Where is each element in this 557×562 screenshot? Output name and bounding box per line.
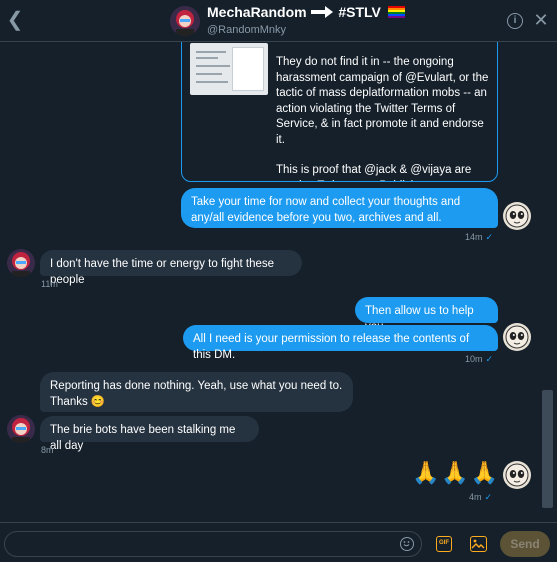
message-bubble-incoming[interactable]: Reporting has done nothing. Yeah, use wh… <box>40 372 353 412</box>
contact-handle[interactable]: @RandomMnky <box>207 24 286 36</box>
quoted-tweet-thumbnail <box>190 43 268 95</box>
message-text: Take your time for now and collect your … <box>191 196 461 224</box>
contact-name[interactable]: MechaRandom #STLV <box>207 4 405 20</box>
message-bubble-outgoing[interactable]: All I need is your permission to release… <box>183 325 498 361</box>
message-timestamp: 10m ✓ <box>465 354 494 364</box>
message-timestamp: 8m <box>41 445 54 455</box>
message-bubble-incoming[interactable]: I don't have the time or energy to fight… <box>40 250 302 286</box>
read-check-icon: ✓ <box>485 354 494 364</box>
message-bubble-outgoing[interactable]: Then allow us to help you. <box>355 297 498 333</box>
sender-avatar[interactable] <box>503 323 531 351</box>
emoji-icon[interactable] <box>400 537 414 551</box>
close-icon[interactable]: ✕ <box>532 10 550 30</box>
message-bubble-outgoing[interactable]: Take your time for now and collect your … <box>181 188 498 228</box>
quoted-tweet-text: They do not find it in -- the ongoing ha… <box>276 55 491 181</box>
quoted-tweet-paragraph: They do not find it in -- the ongoing ha… <box>276 56 489 146</box>
scrollbar-thumb[interactable] <box>542 390 553 508</box>
message-input[interactable] <box>4 531 422 557</box>
message-text: Reporting has done nothing. Yeah, use wh… <box>50 380 343 408</box>
back-arrow-icon[interactable]: ❮ <box>6 10 24 30</box>
message-composer: GIF Send <box>0 522 557 562</box>
rainbow-flag-icon <box>387 6 405 18</box>
conversation-header: ❮ MechaRandom #STLV @RandomMnky i ✕ <box>0 0 557 42</box>
message-text: All I need is your permission to release… <box>193 333 470 361</box>
header-avatar[interactable] <box>170 6 200 36</box>
quoted-tweet-card[interactable]: They do not find it in -- the ongoing ha… <box>181 30 498 182</box>
image-icon[interactable] <box>470 536 487 552</box>
message-bubble-incoming[interactable]: The brie bots have been stalking me all … <box>40 416 259 452</box>
send-button[interactable]: Send <box>500 531 550 557</box>
info-icon[interactable]: i <box>507 13 523 29</box>
gif-icon[interactable]: GIF <box>436 536 452 552</box>
message-text: I don't have the time or energy to fight… <box>50 258 275 286</box>
read-check-icon: ✓ <box>484 492 493 502</box>
quoted-tweet-paragraph: This is proof that @jack & @vijaya are r… <box>276 164 472 181</box>
contact-avatar[interactable] <box>7 415 35 443</box>
sender-avatar[interactable] <box>503 202 531 230</box>
message-timestamp: 11m <box>41 279 58 289</box>
contact-avatar[interactable] <box>7 249 35 277</box>
sender-avatar[interactable] <box>503 461 531 489</box>
message-emoji[interactable]: 🙏🙏🙏 <box>412 460 500 486</box>
read-check-icon: ✓ <box>485 232 494 242</box>
arrow-right-icon <box>311 6 334 18</box>
message-timestamp: 4m ✓ <box>469 492 493 502</box>
message-text: The brie bots have been stalking me all … <box>50 424 236 452</box>
message-timestamp: 14m ✓ <box>465 232 494 242</box>
